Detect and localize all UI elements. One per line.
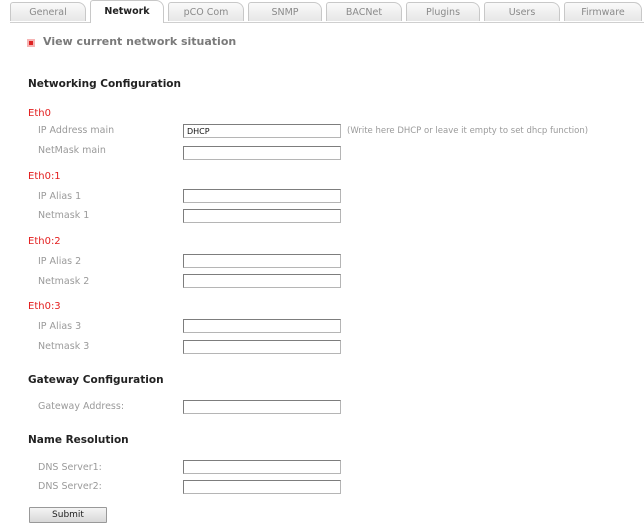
networking-configuration-heading: Networking Configuration xyxy=(28,78,181,90)
eth0-heading: Eth0 xyxy=(28,108,51,119)
tab-snmp[interactable]: SNMP xyxy=(248,2,322,21)
ip-alias-2-label: IP Alias 2 xyxy=(38,256,82,267)
eth0-1-heading: Eth0:1 xyxy=(28,171,61,182)
bullet-icon xyxy=(27,39,35,47)
gateway-address-label: Gateway Address: xyxy=(38,401,125,412)
ip-address-main-input[interactable] xyxy=(183,124,341,138)
netmask-main-label: NetMask main xyxy=(38,145,106,156)
netmask-2-label: Netmask 2 xyxy=(38,276,90,287)
ip-address-main-label: IP Address main xyxy=(38,125,115,136)
netmask-2-input[interactable] xyxy=(183,274,341,288)
eth0-3-heading: Eth0:3 xyxy=(28,301,61,312)
ip-alias-3-label: IP Alias 3 xyxy=(38,321,82,332)
netmask-1-input[interactable] xyxy=(183,209,341,223)
gateway-configuration-heading: Gateway Configuration xyxy=(28,374,164,386)
tab-general[interactable]: General xyxy=(10,2,86,21)
dns-server2-input[interactable] xyxy=(183,480,341,494)
dns-server2-label: DNS Server2: xyxy=(38,481,102,492)
netmask-main-input[interactable] xyxy=(183,146,341,160)
dns-server1-label: DNS Server1: xyxy=(38,462,102,473)
dns-server1-input[interactable] xyxy=(183,460,341,474)
dhcp-hint: (Write here DHCP or leave it empty to se… xyxy=(347,126,589,136)
netmask-1-label: Netmask 1 xyxy=(38,210,90,221)
eth0-2-heading: Eth0:2 xyxy=(28,236,61,247)
name-resolution-heading: Name Resolution xyxy=(28,434,129,446)
view-network-situation-link[interactable]: View current network situation xyxy=(43,34,236,50)
ip-alias-3-input[interactable] xyxy=(183,319,341,333)
ip-alias-2-input[interactable] xyxy=(183,254,341,268)
netmask-3-input[interactable] xyxy=(183,340,341,354)
tab-firmware[interactable]: Firmware xyxy=(564,2,642,21)
ip-alias-1-label: IP Alias 1 xyxy=(38,191,82,202)
tab-users[interactable]: Users xyxy=(484,2,560,21)
tab-bar: General Network pCO Com SNMP BACNet Plug… xyxy=(10,0,644,23)
netmask-3-label: Netmask 3 xyxy=(38,341,90,352)
gateway-address-input[interactable] xyxy=(183,400,341,414)
tab-bacnet[interactable]: BACNet xyxy=(326,2,402,21)
ip-alias-1-input[interactable] xyxy=(183,189,341,203)
tab-pco-com[interactable]: pCO Com xyxy=(168,2,244,21)
submit-button[interactable]: Submit xyxy=(29,507,107,523)
tab-network[interactable]: Network xyxy=(90,0,164,23)
tab-plugins[interactable]: Plugins xyxy=(406,2,480,21)
